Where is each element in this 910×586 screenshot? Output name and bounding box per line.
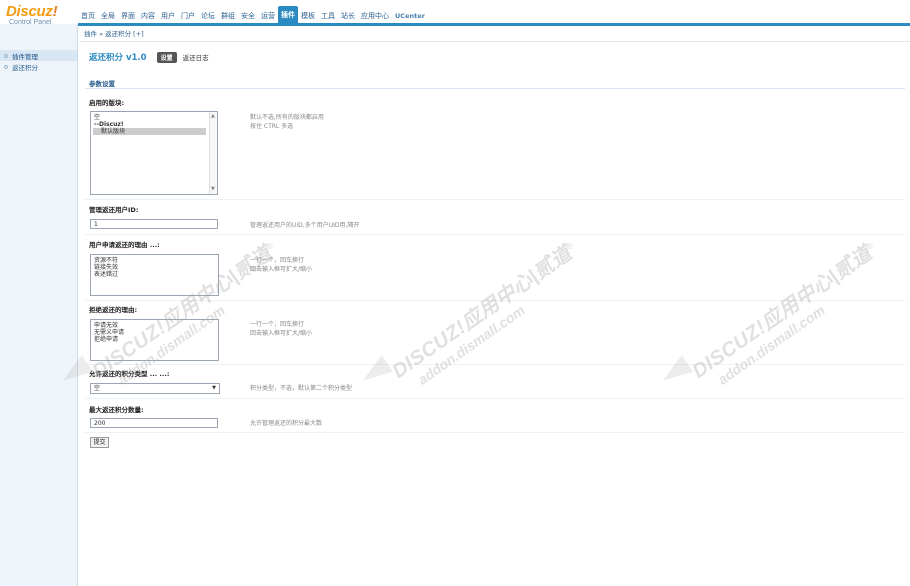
reject-reasons-textarea[interactable]: 申请无效 无需义申请 拒绝申请 [90, 319, 219, 361]
header: Discuz! Control Panel 首页 全局 界面 内容 用户 门户 … [0, 0, 910, 26]
textarea-line: 无需义申请 [94, 329, 125, 336]
breadcrumb[interactable]: 插件 » 返还积分 [+] [79, 27, 910, 42]
nav-safe[interactable]: 安全 [238, 9, 258, 24]
tab-return-log[interactable]: 返还日志 [183, 52, 209, 62]
submit-button[interactable]: 提交 [90, 437, 109, 448]
textarea-line: 链接失效 [94, 264, 119, 271]
enabled-forums-label: 启用的版块: [89, 99, 125, 107]
sidebar-item-label: 插件管理 [12, 52, 38, 61]
hint-line: 按住 CTRL 多选 [250, 123, 294, 130]
nav-user[interactable]: 用户 [158, 9, 178, 24]
sidebar-item-plugin-manage[interactable]: 插件管理 [0, 50, 77, 61]
row-divider [85, 364, 905, 365]
nav-content[interactable]: 内容 [138, 9, 158, 24]
list-item[interactable]: --Discuz! [93, 121, 215, 128]
listbox-scrollbar[interactable]: ▲ ▼ [209, 112, 217, 194]
hint-line: 回击输入框可扩大/缩小 [250, 266, 313, 273]
logo-exclaim: ! [52, 3, 58, 20]
logo-brand: Discuz [6, 3, 53, 20]
bullet-icon [4, 53, 8, 58]
row-divider [85, 234, 905, 235]
section-divider [85, 88, 905, 89]
section-title: 参数设置 [89, 80, 115, 88]
row-divider [85, 398, 905, 399]
enabled-forums-hint: 默认不选,所有的版块都启用 按住 CTRL 多选 [250, 113, 324, 131]
main-content: 返还积分 v1.0 设置 返还日志 参数设置 启用的版块: 空 --Discuz… [79, 42, 910, 586]
bullet-icon [4, 64, 8, 69]
credit-type-label: 允许返还的积分类型 ... ...: [89, 370, 170, 378]
textarea-line: 申请无效 [94, 322, 119, 329]
enabled-forums-listbox[interactable]: 空 --Discuz! 默认版块 ▲ ▼ [90, 111, 218, 195]
hint-line: 默认不选,所有的版块都启用 [250, 114, 324, 121]
nav-underline [78, 23, 910, 26]
nav-founder[interactable]: 站长 [338, 9, 358, 24]
admin-uid-label: 管理返还用户ID: [89, 206, 139, 214]
chevron-down-icon: ▼ [212, 385, 216, 391]
nav-style[interactable]: 界面 [118, 9, 138, 24]
sidebar-item-label: 返还积分 [12, 63, 38, 72]
nav-extended[interactable]: 运营 [258, 9, 278, 24]
max-credit-input[interactable]: 200 [90, 418, 218, 428]
list-item[interactable]: 空 [93, 114, 215, 121]
plugin-header: 返还积分 v1.0 设置 返还日志 [89, 51, 209, 63]
nav-ucenter[interactable]: UCenter [392, 9, 428, 24]
apply-reasons-hint: 一行一个，回车换行 回击输入框可扩大/缩小 [250, 256, 312, 274]
textarea-line: 拒绝申请 [94, 336, 119, 343]
apply-reasons-label: 用户申请返还的理由 ...: [89, 241, 160, 249]
nav-global[interactable]: 全局 [98, 9, 118, 24]
tab-settings[interactable]: 设置 [156, 51, 177, 63]
hint-line: 一行一个，回车换行 [250, 257, 305, 264]
nav-portal[interactable]: 门户 [178, 9, 198, 24]
nav-group[interactable]: 群组 [218, 9, 238, 24]
reject-reasons-hint: 一行一个，回车换行 回击输入框可扩大/缩小 [250, 320, 312, 338]
textarea-line: 表述錯过 [94, 271, 119, 278]
plugin-title: 返还积分 v1.0 [89, 53, 147, 63]
row-divider [85, 432, 905, 433]
row-divider [85, 199, 905, 200]
nav-forum[interactable]: 论坛 [198, 9, 218, 24]
admin-uid-hint: 管理返还用户的UID,多个用户UID用,隔开 [250, 222, 360, 229]
hint-line: 一行一个，回车换行 [250, 321, 305, 328]
textarea-line: 资源不符 [94, 257, 119, 264]
sidebar-item-return-credit[interactable]: 返还积分 [0, 61, 77, 72]
max-credit-hint: 允许管理返还的积分最大数 [250, 420, 323, 427]
nav-template[interactable]: 模板 [298, 9, 318, 24]
admin-uid-input[interactable]: 1 [90, 219, 218, 229]
sidebar: 插件管理 返还积分 [0, 24, 78, 586]
credit-type-hint: 积分类型，不选，默认第二个积分类型 [250, 385, 353, 392]
max-credit-label: 最大返还积分数量: [89, 406, 144, 414]
scroll-up-icon[interactable]: ▲ [211, 113, 215, 120]
nav-tools[interactable]: 工具 [318, 9, 338, 24]
scroll-down-icon[interactable]: ▼ [211, 186, 215, 193]
credit-type-select[interactable]: 空 ▼ [90, 383, 220, 394]
reject-reasons-label: 拒绝返还的理由: [89, 306, 138, 314]
list-item-selected[interactable]: 默认版块 [93, 128, 206, 135]
nav-plugin[interactable]: 插件 [278, 6, 298, 24]
credit-type-value: 空 [94, 385, 101, 392]
top-nav: 首页 全局 界面 内容 用户 门户 论坛 群组 安全 运营 插件 模板 工具 站… [78, 6, 428, 24]
row-divider [85, 300, 905, 301]
hint-line: 回击输入框可扩大/缩小 [250, 330, 313, 337]
nav-appcenter[interactable]: 应用中心 [358, 9, 392, 24]
apply-reasons-textarea[interactable]: 资源不符 链接失效 表述錯过 [90, 254, 219, 296]
nav-home[interactable]: 首页 [78, 9, 98, 24]
